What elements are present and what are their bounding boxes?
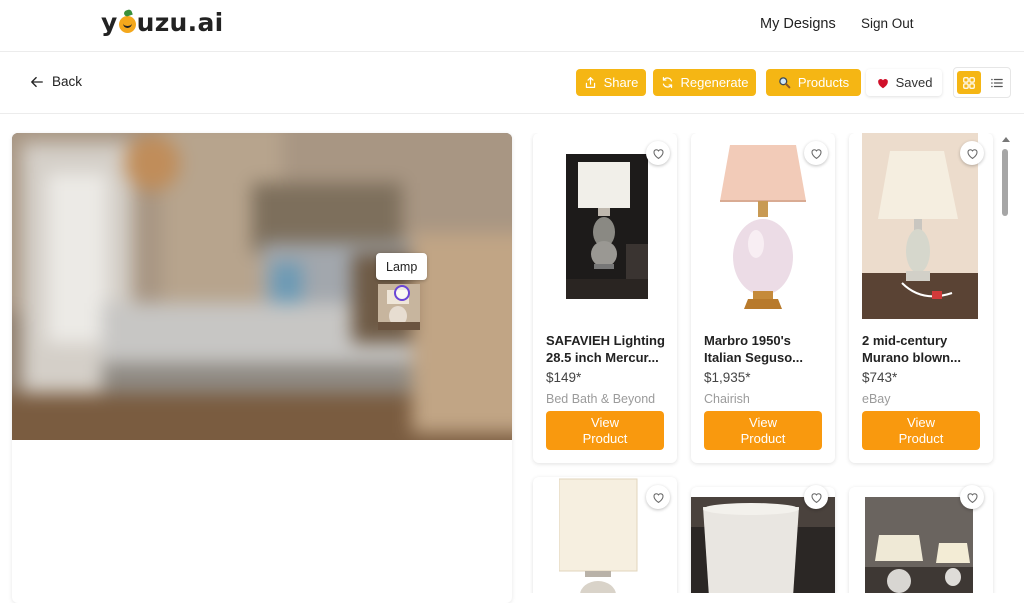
view-product-line2: Product xyxy=(740,430,786,446)
view-product-line1: View xyxy=(591,414,619,430)
room-image: Lamp xyxy=(12,133,512,440)
share-label: Share xyxy=(603,75,639,90)
heart-outline-icon xyxy=(811,148,821,159)
product-price: $1,935* xyxy=(704,370,751,385)
grid-icon xyxy=(963,76,975,89)
product-grid: SAFAVIEH Lighting 28.5 inch Mercur... $1… xyxy=(530,133,998,593)
heart-outline-icon xyxy=(811,492,821,503)
back-label: Back xyxy=(52,74,83,89)
saved-button[interactable]: Saved xyxy=(866,69,942,96)
products-button[interactable]: Products xyxy=(766,69,861,96)
hotspot-label[interactable]: Lamp xyxy=(376,253,428,280)
blurred-bedroom-image xyxy=(12,133,512,440)
magnifier-icon xyxy=(779,77,791,89)
my-designs-link[interactable]: My Designs xyxy=(760,16,836,32)
saved-label: Saved xyxy=(895,75,933,90)
product-card[interactable]: SAFAVIEH Lighting 28.5 inch Mercur... $1… xyxy=(533,133,677,463)
product-list-scrollbar[interactable] xyxy=(998,133,1012,593)
view-product-button[interactable]: View Product xyxy=(546,411,664,450)
product-name-line1: Marbro 1950's xyxy=(704,333,791,348)
product-name[interactable]: SAFAVIEH Lighting 28.5 inch Mercur... xyxy=(546,332,668,366)
view-product-line1: View xyxy=(749,414,777,430)
favorite-button[interactable] xyxy=(646,141,670,165)
product-store: Chairish xyxy=(704,392,750,406)
product-name[interactable]: 2 mid-century Murano blown... xyxy=(862,332,984,366)
heart-outline-icon xyxy=(967,492,977,503)
heart-icon xyxy=(877,78,888,88)
lamp-photo-1 xyxy=(566,154,648,299)
favorite-button[interactable] xyxy=(804,485,828,509)
scroll-up-arrow-icon[interactable] xyxy=(1002,137,1010,142)
arrow-left-icon xyxy=(31,76,43,87)
product-card[interactable] xyxy=(533,477,677,593)
view-product-line2: Product xyxy=(582,430,628,446)
sign-out-link[interactable]: Sign Out xyxy=(861,16,914,31)
lamp-photo-3 xyxy=(862,133,978,319)
room-panel: Lamp xyxy=(12,133,512,603)
heart-outline-icon xyxy=(967,148,977,159)
product-name-line1: 2 mid-century xyxy=(862,333,948,348)
favorite-button[interactable] xyxy=(960,485,984,509)
share-button[interactable]: Share xyxy=(576,69,646,96)
logo[interactable]: y uzu.ai xyxy=(101,8,224,37)
heart-outline-icon xyxy=(653,492,663,503)
product-card[interactable] xyxy=(691,485,835,593)
scrollbar-thumb[interactable] xyxy=(1002,149,1008,216)
product-name-line2: 28.5 inch Mercur... xyxy=(546,350,659,365)
top-nav-bar: y uzu.ai My Designs Sign Out xyxy=(0,0,1024,52)
logo-fruit-icon xyxy=(118,16,136,33)
heart-outline-icon xyxy=(653,148,663,159)
view-product-button[interactable]: View Product xyxy=(862,411,980,450)
product-name-line2: Murano blown... xyxy=(862,350,961,365)
lamp-photo-4 xyxy=(559,477,639,593)
logo-text-end: uzu.ai xyxy=(136,8,224,37)
favorite-button[interactable] xyxy=(960,141,984,165)
regenerate-button[interactable]: Regenerate xyxy=(653,69,756,96)
product-name[interactable]: Marbro 1950's Italian Seguso... xyxy=(704,332,826,366)
product-name-line1: SAFAVIEH Lighting xyxy=(546,333,665,348)
lamp-hotspot[interactable] xyxy=(394,285,410,301)
products-label: Products xyxy=(797,75,850,90)
lamp-photo-5 xyxy=(691,497,835,593)
back-button[interactable]: Back xyxy=(30,74,82,89)
product-store: eBay xyxy=(862,392,891,406)
list-icon xyxy=(991,78,1003,88)
share-icon xyxy=(585,77,595,88)
product-card[interactable] xyxy=(849,485,993,593)
lamp-photo-2 xyxy=(718,139,808,311)
lamp-photo-6 xyxy=(865,497,973,593)
product-name-line2: Italian Seguso... xyxy=(704,350,803,365)
view-product-button[interactable]: View Product xyxy=(704,411,822,450)
view-product-line1: View xyxy=(907,414,935,430)
product-card[interactable]: 2 mid-century Murano blown... $743* eBay… xyxy=(849,133,993,463)
logo-text-start: y xyxy=(101,8,118,37)
view-product-line2: Product xyxy=(898,430,944,446)
product-card[interactable]: Marbro 1950's Italian Seguso... $1,935* … xyxy=(691,133,835,463)
list-view-button[interactable] xyxy=(986,72,1008,94)
product-price: $743* xyxy=(862,370,898,385)
grid-view-button[interactable] xyxy=(957,71,981,94)
view-toggle xyxy=(953,67,1011,98)
product-store: Bed Bath & Beyond xyxy=(546,392,656,406)
favorite-button[interactable] xyxy=(804,141,828,165)
toolbar: Back Share Regenerate Products Saved xyxy=(0,52,1024,114)
refresh-icon xyxy=(662,77,672,88)
regenerate-label: Regenerate xyxy=(680,75,749,90)
favorite-button[interactable] xyxy=(646,485,670,509)
product-price: $149* xyxy=(546,370,582,385)
